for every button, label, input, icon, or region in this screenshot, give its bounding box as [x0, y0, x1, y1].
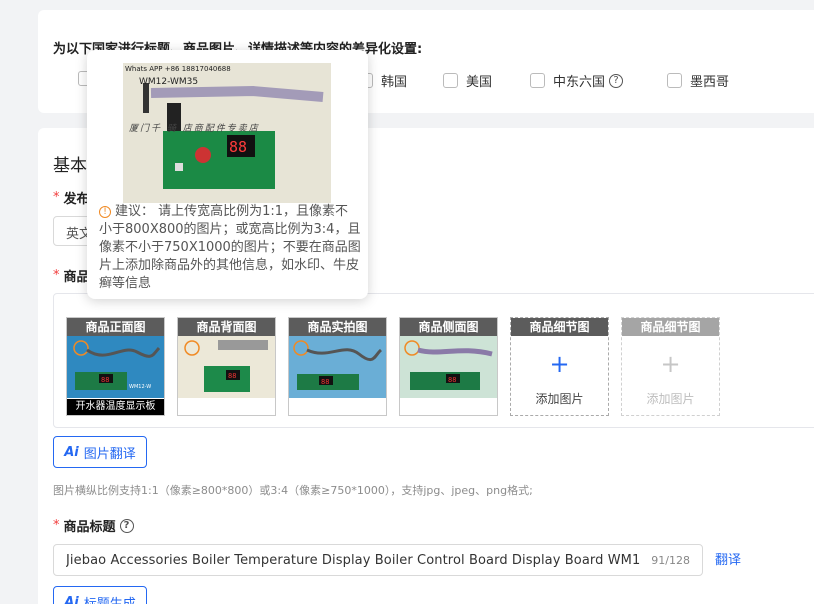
svg-text:88: 88 — [321, 378, 329, 386]
product-thumbnail[interactable]: 88 WM12-W — [67, 336, 164, 398]
image-upload-panel: 商品正面图 88 WM12-W 开水器温度显示板 商品背面图 88 商品实拍图 … — [53, 293, 814, 428]
button-label: 图片翻译 — [83, 446, 136, 462]
required-mark: * — [53, 268, 60, 283]
button-label: 标题生成 — [83, 596, 136, 604]
slot-header: 商品正面图 — [67, 318, 164, 336]
country-label: 美国 — [466, 75, 493, 90]
char-counter: 91/128 — [651, 553, 690, 567]
plus-icon: + — [549, 350, 570, 378]
slot-header: 商品细节图 — [622, 318, 719, 336]
country-label: 墨西哥 — [690, 75, 730, 90]
country-checkbox-mexico[interactable]: 墨西哥 — [667, 71, 729, 90]
required-mark: * — [53, 518, 60, 533]
ai-icon: Ai — [64, 594, 79, 604]
warning-icon: ! — [99, 206, 111, 218]
image-translate-button[interactable]: Ai 图片翻译 — [53, 436, 147, 468]
section-title: 基本 — [53, 156, 87, 176]
image-slot-front[interactable]: 商品正面图 88 WM12-W 开水器温度显示板 — [66, 317, 165, 416]
product-title-input[interactable]: Jiebao Accessories Boiler Temperature Di… — [53, 544, 703, 576]
slot-header: 商品背面图 — [178, 318, 275, 336]
translate-link[interactable]: 翻译 — [715, 549, 741, 568]
label-text: 商品标题 — [63, 520, 116, 535]
product-image-label: * 商品 — [53, 266, 90, 285]
slot-caption: 开水器温度显示板 — [67, 399, 164, 415]
publish-language-label: * 发布 — [53, 188, 90, 207]
checkbox[interactable] — [667, 73, 682, 88]
image-guideline-popover: 88 Whats APP +86 18817040688 WM12-WM35 厦… — [87, 50, 368, 299]
country-checkbox-middle-east[interactable]: 中东六国 ? — [530, 71, 624, 90]
svg-text:88: 88 — [229, 138, 247, 156]
image-format-hint: 图片横纵比例支持1:1（像素≥800*800）或3:4（像素≥750*1000）… — [53, 484, 533, 497]
add-image-label: 添加图片 — [535, 392, 584, 406]
svg-text:88: 88 — [101, 376, 109, 384]
checkbox[interactable] — [443, 73, 458, 88]
image-slot-side[interactable]: 商品侧面图 88 — [399, 317, 498, 416]
model-label: WM12-WM35 — [139, 77, 199, 87]
title-generate-button[interactable]: Ai 标题生成 — [53, 586, 147, 604]
help-icon[interactable]: ? — [119, 518, 134, 533]
slot-header: 商品侧面图 — [400, 318, 497, 336]
image-slot-real-shot[interactable]: 商品实拍图 88 — [288, 317, 387, 416]
svg-text:88: 88 — [228, 372, 236, 380]
product-thumbnail[interactable]: 88 — [289, 336, 386, 398]
guideline-text: ! 建议： 请上传宽高比例为1:1，且像素不小于800X800的图片；或宽高比例为… — [99, 203, 361, 293]
plus-icon: + — [660, 350, 681, 378]
guideline-body: 建议： 请上传宽高比例为1:1，且像素不小于800X800的图片；或宽高比例为3… — [99, 204, 361, 291]
image-slot-detail-add-disabled: 商品细节图 + 添加图片 — [621, 317, 720, 416]
help-icon[interactable]: ? — [609, 73, 624, 88]
svg-text:WM12-W: WM12-W — [129, 384, 151, 390]
product-thumbnail[interactable]: 88 — [400, 336, 497, 398]
add-image-label: 添加图片 — [646, 392, 695, 406]
image-slot-detail-add[interactable]: 商品细节图 + 添加图片 — [510, 317, 609, 416]
title-text[interactable]: Jiebao Accessories Boiler Temperature Di… — [66, 553, 641, 568]
required-mark: * — [53, 190, 60, 205]
ai-icon: Ai — [64, 444, 79, 460]
svg-text:88: 88 — [448, 376, 456, 384]
slot-header: 商品实拍图 — [289, 318, 386, 336]
checkbox[interactable] — [530, 73, 545, 88]
watermark-shop: 厦门千 骑 店商配件专卖店 — [129, 124, 260, 134]
watermark-phone: Whats APP +86 18817040688 — [125, 65, 231, 73]
example-image: 88 Whats APP +86 18817040688 WM12-WM35 厦… — [123, 63, 331, 203]
product-title-label: * 商品标题 ? — [53, 516, 134, 535]
product-thumbnail[interactable]: 88 — [178, 336, 275, 398]
country-checkbox-usa[interactable]: 美国 — [443, 71, 492, 90]
label-text: 商品 — [63, 270, 90, 285]
image-slot-back[interactable]: 商品背面图 88 — [177, 317, 276, 416]
country-label: 中东六国 — [553, 75, 606, 90]
country-label: 韩国 — [381, 75, 408, 90]
slot-header: 商品细节图 — [511, 318, 608, 336]
label-text: 发布 — [63, 192, 90, 207]
